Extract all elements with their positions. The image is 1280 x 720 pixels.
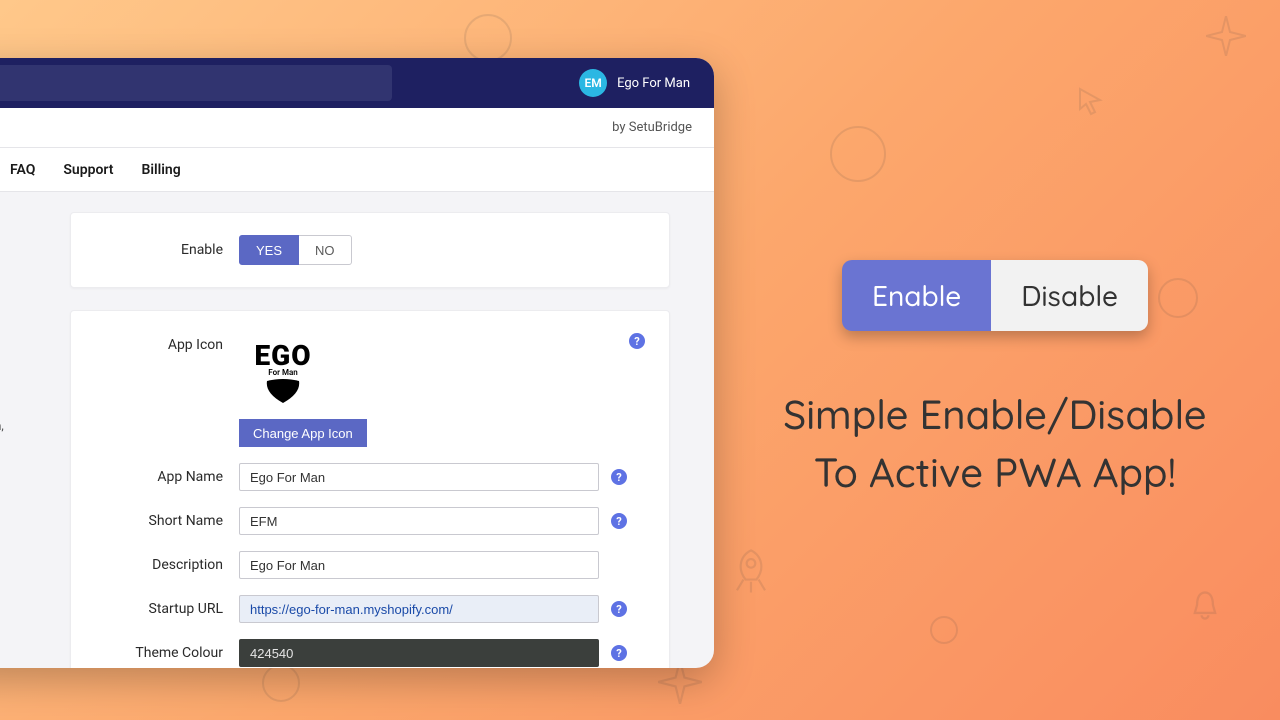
short-name-label: Short Name: [95, 513, 223, 529]
enable-yes-button[interactable]: YES: [239, 235, 299, 265]
toggle-disable: Disable: [991, 260, 1148, 331]
ego-logo: EGO For Man: [239, 333, 327, 411]
marketing-toggle: Enable Disable: [842, 260, 1148, 331]
deco-circle: [464, 14, 512, 62]
logo-subtext: For Man: [268, 368, 297, 377]
help-icon[interactable]: ?: [611, 513, 627, 529]
headline-line1: Simple Enable/Disable: [783, 389, 1206, 439]
help-icon[interactable]: ?: [611, 469, 627, 485]
help-icon[interactable]: ?: [629, 333, 645, 349]
app-name-input[interactable]: [239, 463, 599, 491]
tab-billing[interactable]: Billing: [141, 162, 180, 178]
theme-colour-input[interactable]: [239, 639, 599, 667]
app-icon-preview: EGO For Man Change App Icon: [239, 333, 367, 447]
tab-support[interactable]: Support: [63, 162, 113, 178]
enable-no-button[interactable]: NO: [299, 235, 352, 265]
enable-toggle: YES NO: [239, 235, 352, 265]
description-input[interactable]: [239, 551, 599, 579]
deco-circle: [830, 126, 886, 182]
theme-colour-label: Theme Colour: [95, 645, 223, 661]
avatar: EM: [579, 69, 607, 97]
sparkle-icon: [1206, 16, 1246, 56]
headline-line2: To Active PWA App!: [814, 447, 1176, 497]
startup-url-input[interactable]: [239, 595, 599, 623]
toggle-enable: Enable: [842, 260, 991, 331]
cropped-text: can en,: [0, 418, 36, 435]
change-app-icon-button[interactable]: Change App Icon: [239, 419, 367, 447]
deco-circle: [930, 616, 958, 644]
beard-icon: [263, 379, 303, 405]
help-icon[interactable]: ?: [611, 645, 627, 661]
store-name: Ego For Man: [617, 76, 690, 91]
admin-panel: EM Ego For Man by SetuBridge FAQ Support…: [0, 58, 714, 668]
startup-url-label: Startup URL: [95, 601, 223, 617]
promo-block: Enable Disable Simple Enable/Disable To …: [760, 260, 1230, 501]
cursor-icon: [1075, 86, 1105, 116]
rocket-icon: [724, 545, 778, 599]
title-bar: EM Ego For Man: [0, 58, 714, 108]
description-label: Description: [95, 557, 223, 573]
byline: by SetuBridge: [0, 108, 714, 148]
enable-card: Enable YES NO: [70, 212, 670, 288]
tab-bar: FAQ Support Billing: [0, 148, 714, 192]
enable-label: Enable: [95, 242, 223, 258]
search-input[interactable]: [0, 65, 392, 101]
help-icon[interactable]: ?: [611, 601, 627, 617]
settings-card: App Icon EGO For Man Change App Icon: [70, 310, 670, 668]
short-name-input[interactable]: [239, 507, 599, 535]
app-icon-label: App Icon: [95, 333, 223, 353]
tab-faq[interactable]: FAQ: [10, 162, 35, 178]
content-area: e is can en, Enable YES NO App Icon: [0, 192, 714, 668]
bell-icon: [1188, 588, 1222, 622]
promo-headline: Simple Enable/Disable To Active PWA App!: [760, 385, 1230, 501]
app-name-label: App Name: [95, 469, 223, 485]
cropped-text: e is: [0, 326, 36, 343]
account-area[interactable]: EM Ego For Man: [579, 69, 690, 97]
deco-circle: [262, 664, 300, 702]
